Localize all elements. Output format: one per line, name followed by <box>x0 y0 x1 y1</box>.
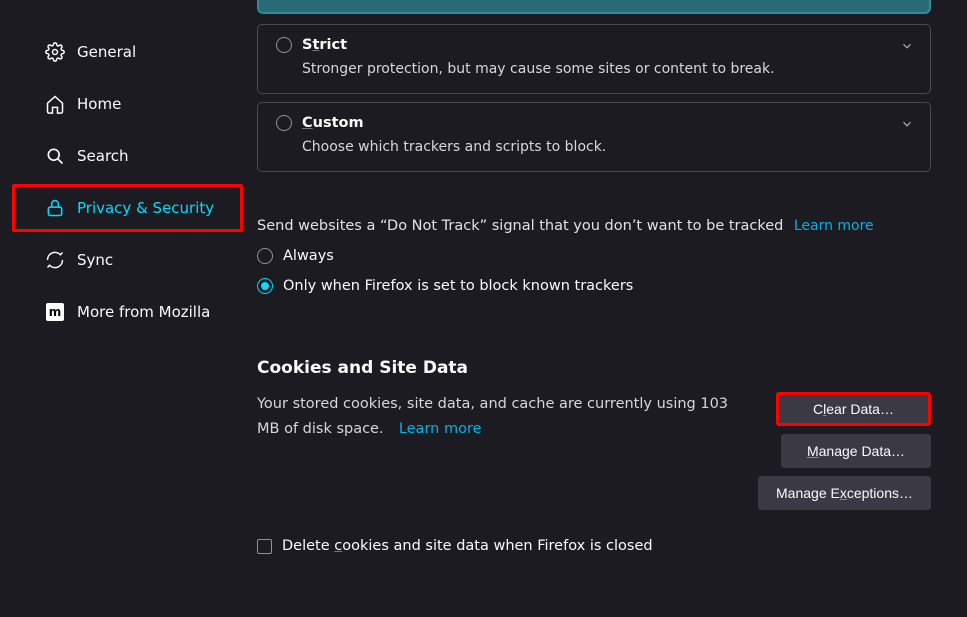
sidebar-item-home[interactable]: Home <box>12 80 231 128</box>
sidebar-item-label: Search <box>77 147 129 165</box>
option-desc: Choose which trackers and scripts to blo… <box>302 139 912 155</box>
lock-icon <box>45 198 65 218</box>
sidebar-item-label: Home <box>77 95 121 113</box>
chevron-down-icon <box>900 117 914 135</box>
manage-exceptions-button[interactable]: Manage Exceptions… <box>758 476 931 510</box>
radio-custom[interactable] <box>276 115 292 131</box>
protection-option-strict[interactable]: Strict Stronger protection, but may caus… <box>257 24 931 94</box>
radio-only-blocking[interactable] <box>257 278 273 294</box>
tracking-protection-banner: them to follow you between sites. Learn … <box>257 0 931 14</box>
radio-label: Always <box>283 248 334 264</box>
delete-on-close-checkbox[interactable] <box>257 539 272 554</box>
dnt-learn-more-link[interactable]: Learn more <box>794 218 874 234</box>
sidebar-item-general[interactable]: General <box>12 28 231 76</box>
sidebar-item-label: More from Mozilla <box>77 303 210 321</box>
sidebar-item-search[interactable]: Search <box>12 132 231 180</box>
sidebar-item-privacy-security[interactable]: Privacy & Security <box>12 184 243 232</box>
cookies-section-title: Cookies and Site Data <box>257 358 931 378</box>
sidebar-item-label: Sync <box>77 251 113 269</box>
cookies-desc: Your stored cookies, site data, and cach… <box>257 396 728 437</box>
manage-data-button[interactable]: Manage Data… <box>781 434 931 468</box>
clear-data-button[interactable]: Clear Data… <box>776 392 931 426</box>
protection-option-custom[interactable]: Custom Choose which trackers and scripts… <box>257 102 931 172</box>
radio-always[interactable] <box>257 248 273 264</box>
settings-sidebar: General Home Search Privacy & Security S… <box>0 0 243 617</box>
option-title: Custom <box>302 115 364 131</box>
do-not-track-section: Send websites a “Do Not Track” signal th… <box>257 218 931 294</box>
gear-icon <box>45 42 65 62</box>
sidebar-item-label: General <box>77 43 136 61</box>
cookies-learn-more-link[interactable]: Learn more <box>399 421 482 437</box>
dnt-option-always[interactable]: Always <box>257 248 931 264</box>
checkbox-label: Delete cookies and site data when Firefo… <box>282 538 653 554</box>
sidebar-item-label: Privacy & Security <box>77 199 214 217</box>
sync-icon <box>45 250 65 270</box>
dnt-description: Send websites a “Do Not Track” signal th… <box>257 218 783 234</box>
sidebar-item-sync[interactable]: Sync <box>12 236 231 284</box>
search-icon <box>45 146 65 166</box>
home-icon <box>45 94 65 114</box>
delete-on-close-row[interactable]: Delete cookies and site data when Firefo… <box>257 538 931 554</box>
mozilla-icon: m <box>45 302 65 322</box>
sidebar-item-more-mozilla[interactable]: m More from Mozilla <box>12 288 231 336</box>
settings-content: them to follow you between sites. Learn … <box>243 0 967 617</box>
option-desc: Stronger protection, but may cause some … <box>302 61 912 77</box>
radio-label: Only when Firefox is set to block known … <box>283 278 633 294</box>
option-title: Strict <box>302 37 347 53</box>
dnt-option-only-blocking[interactable]: Only when Firefox is set to block known … <box>257 278 931 294</box>
radio-strict[interactable] <box>276 37 292 53</box>
cookies-usage-text: Your stored cookies, site data, and cach… <box>257 392 738 441</box>
chevron-down-icon <box>900 39 914 57</box>
